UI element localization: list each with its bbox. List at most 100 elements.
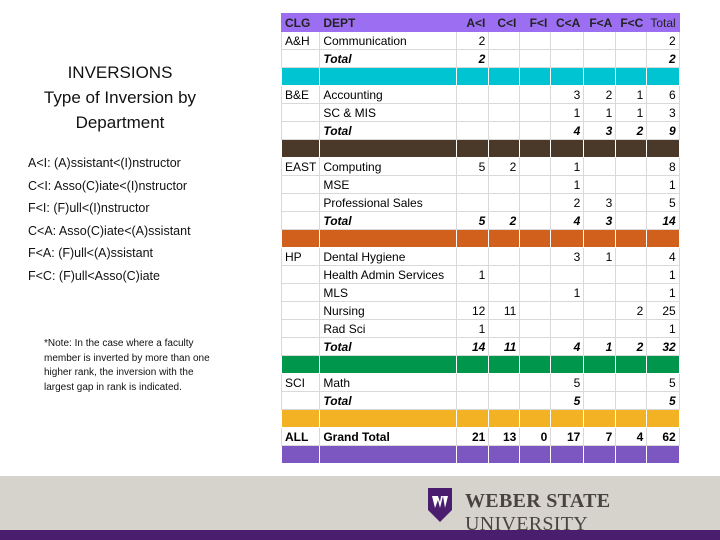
- table-row: B&E Accounting 3 2 1 6: [280, 85, 680, 104]
- subtotal-row: Total 4 3 2 9: [280, 121, 680, 140]
- separator-cell: [488, 409, 520, 428]
- separator-cell: [281, 67, 320, 86]
- legend-item: F<C: (F)ull<Asso(C)iate: [28, 268, 160, 283]
- cell-fc: [615, 373, 648, 392]
- separator-cell: [519, 445, 551, 464]
- separator-cell: [646, 409, 680, 428]
- cell-fi: [519, 49, 552, 68]
- column-header: C<A: [550, 13, 585, 32]
- separator-cell: [456, 409, 489, 428]
- separator-cell: [615, 229, 647, 248]
- table-row: SCI Math 5 5: [280, 373, 680, 392]
- separator-cell: [615, 445, 647, 464]
- cell-total: 1: [646, 175, 680, 194]
- table-row: Professional Sales 2 3 5: [280, 193, 680, 212]
- cell-ca: 5: [550, 391, 585, 410]
- cell-fa: [583, 319, 617, 338]
- separator-cell: [456, 67, 489, 86]
- cell-fc: 4: [615, 427, 648, 446]
- cell-ai: 21: [456, 427, 490, 446]
- cell-clg: ALL: [280, 427, 321, 446]
- cell-clg: EAST: [280, 157, 321, 176]
- column-header: F<I: [519, 13, 552, 32]
- cell-total: 4: [646, 247, 680, 266]
- separator-cell: [319, 67, 457, 86]
- cell-fi: [519, 175, 552, 194]
- cell-ci: [488, 193, 521, 212]
- cell-total: 3: [646, 103, 680, 122]
- separator-cell: [456, 445, 489, 464]
- separator-cell: [281, 355, 320, 374]
- separator-cell: [281, 229, 320, 248]
- cell-ai: [456, 121, 490, 140]
- cell-fa: 7: [583, 427, 617, 446]
- cell-total: 8: [646, 157, 680, 176]
- cell-fc: [615, 391, 648, 410]
- cell-ca: 3: [550, 247, 585, 266]
- cell-ai: [456, 247, 490, 266]
- cell-total: 5: [646, 373, 680, 392]
- abbreviation-legend: A<I: (A)ssistant<(I)nstructor C<I: Asso(…: [28, 152, 191, 288]
- cell-fi: [519, 211, 552, 230]
- cell-fc: 2: [615, 121, 648, 140]
- cell-ci: 13: [488, 427, 521, 446]
- separator-cell: [519, 229, 551, 248]
- cell-fi: 0: [519, 427, 552, 446]
- cell-dept: Dental Hygiene: [319, 247, 458, 266]
- cell-fc: [615, 247, 648, 266]
- cell-total: 5: [646, 391, 680, 410]
- cell-ci: [488, 265, 521, 284]
- cell-ca: 1: [550, 103, 585, 122]
- cell-fi: [519, 85, 552, 104]
- cell-clg: B&E: [280, 85, 321, 104]
- separator-cell: [583, 229, 616, 248]
- separator-cell: [519, 67, 551, 86]
- cell-fi: [519, 247, 552, 266]
- table-row: Health Admin Services 1 1: [280, 265, 680, 284]
- separator-cell: [281, 409, 320, 428]
- table-row: Rad Sci 1 1: [280, 319, 680, 338]
- slide-title: INVERSIONS Type of Inversion by Departme…: [20, 60, 220, 135]
- cell-ai: 2: [456, 31, 490, 50]
- cell-dept: Grand Total: [319, 427, 458, 446]
- cell-fa: [583, 175, 617, 194]
- cell-ai: 5: [456, 211, 490, 230]
- separator-cell: [646, 229, 680, 248]
- table-row: HP Dental Hygiene 3 1 4: [280, 247, 680, 266]
- column-header: C<I: [488, 13, 521, 32]
- cell-ci: [488, 283, 521, 302]
- cell-dept: Total: [319, 49, 458, 68]
- cell-fc: [615, 319, 648, 338]
- separator-cell: [646, 67, 680, 86]
- cell-total: 2: [646, 31, 680, 50]
- table-row: A&H Communication 2 2: [280, 31, 680, 50]
- separator-cell: [488, 139, 520, 158]
- column-header: F<A: [583, 13, 617, 32]
- cell-ci: [488, 373, 521, 392]
- cell-ci: [488, 31, 521, 50]
- subtotal-row: Total 5 2 4 3 14: [280, 211, 680, 230]
- cell-total: 9: [646, 121, 680, 140]
- cell-dept: Health Admin Services: [319, 265, 458, 284]
- cell-ci: [488, 391, 521, 410]
- table-row: MSE 1 1: [280, 175, 680, 194]
- cell-dept: Professional Sales: [319, 193, 458, 212]
- cell-dept: Communication: [319, 31, 458, 50]
- cell-ca: [550, 301, 585, 320]
- cell-ca: [550, 49, 585, 68]
- cell-fa: [583, 373, 617, 392]
- cell-ci: [488, 175, 521, 194]
- cell-fa: 1: [583, 337, 617, 356]
- legend-item: F<I: (F)ull<(I)nstructor: [28, 201, 150, 216]
- cell-fa: 3: [583, 211, 617, 230]
- cell-fi: [519, 373, 552, 392]
- cell-ca: 4: [550, 211, 585, 230]
- cell-ci: [488, 49, 521, 68]
- separator-cell: [488, 355, 520, 374]
- cell-clg: [280, 175, 321, 194]
- cell-ai: [456, 391, 490, 410]
- legend-item: C<I: Asso(C)iate<(I)nstructor: [28, 178, 188, 193]
- separator-row: [281, 445, 680, 464]
- separator-cell: [550, 355, 584, 374]
- cell-ca: 1: [550, 283, 585, 302]
